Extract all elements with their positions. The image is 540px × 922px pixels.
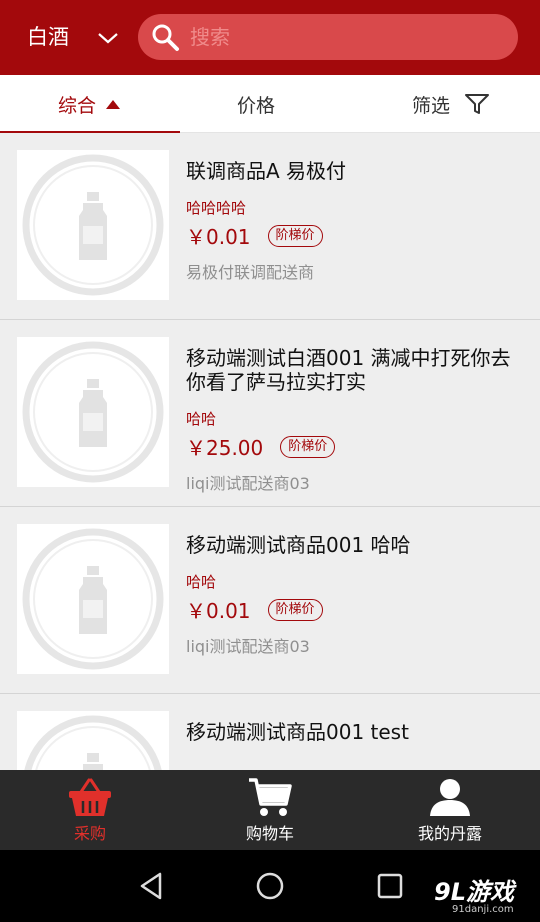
home-icon[interactable]: [254, 870, 286, 902]
sort-bar: 综合 价格 筛选: [0, 75, 540, 133]
product-title[interactable]: 移动端测试白酒001 满减中打死你去你看了萨马拉实打实: [186, 346, 526, 394]
watermark-logo: 9L游戏: [434, 878, 514, 906]
product-vendor: liqi测试配送商03: [186, 474, 310, 493]
bottle-placeholder-icon: [24, 715, 162, 770]
product-price-row: ￥25.00 阶梯价: [186, 432, 336, 461]
search-input[interactable]: [190, 23, 490, 51]
nav-purchase[interactable]: 采购: [0, 770, 180, 850]
bottle-placeholder-icon: [22, 341, 164, 483]
nav-cart[interactable]: 购物车: [180, 770, 360, 850]
product-list[interactable]: 联调商品A 易极付 哈哈哈哈 ￥0.01 阶梯价 易极付联调配送商 移动端测试白…: [0, 133, 540, 770]
product-thumbnail: [17, 337, 169, 487]
filter-icon: [465, 94, 490, 114]
search-bar[interactable]: [138, 14, 518, 60]
product-item[interactable]: 移动端测试白酒001 满减中打死你去你看了萨马拉实打实 哈哈 ￥25.00 阶梯…: [0, 320, 540, 507]
product-price-row: ￥0.01 阶梯价: [186, 221, 323, 250]
product-item[interactable]: 联调商品A 易极付 哈哈哈哈 ￥0.01 阶梯价 易极付联调配送商: [0, 133, 540, 320]
nav-label: 购物车: [245, 824, 294, 843]
product-thumbnail: [17, 711, 169, 770]
product-title[interactable]: 移动端测试商品001 test: [186, 720, 526, 744]
tab-filter[interactable]: 筛选: [412, 75, 490, 133]
tab-label: 综合: [58, 94, 97, 117]
nav-profile[interactable]: 我的丹露: [360, 770, 540, 850]
recents-icon[interactable]: [374, 870, 406, 902]
tier-price-badge: 阶梯价: [280, 435, 336, 458]
product-subtitle: 哈哈: [186, 410, 217, 428]
back-icon[interactable]: [136, 870, 168, 902]
nav-label: 采购: [73, 824, 106, 843]
product-vendor: liqi测试配送商03: [186, 637, 310, 656]
product-thumbnail: [17, 150, 169, 300]
tab-label: 价格: [237, 94, 276, 117]
bottle-placeholder-icon: [22, 154, 164, 296]
product-item[interactable]: 移动端测试商品001 test: [0, 694, 540, 770]
product-price-row: ￥0.01 阶梯价: [186, 595, 323, 624]
chevron-down-icon[interactable]: [96, 26, 120, 50]
top-bar: 白酒: [0, 0, 540, 75]
tier-price-badge: 阶梯价: [267, 224, 323, 247]
basket-icon: [69, 778, 111, 816]
product-price: ￥0.01: [186, 599, 251, 623]
cart-icon: [249, 778, 292, 816]
watermark-url: 91danji.com: [452, 904, 514, 915]
product-vendor: 易极付联调配送商: [186, 263, 315, 282]
product-subtitle: 哈哈哈哈: [186, 199, 247, 217]
product-title[interactable]: 联调商品A 易极付: [186, 159, 526, 183]
product-price: ￥0.01: [186, 225, 251, 249]
product-item[interactable]: 移动端测试商品001 哈哈 哈哈 ￥0.01 阶梯价 liqi测试配送商03: [0, 507, 540, 694]
tab-price[interactable]: 价格: [237, 75, 275, 133]
nav-label: 我的丹露: [417, 824, 482, 843]
system-nav-bar: 9L游戏 91danji.com: [0, 850, 540, 922]
tab-comprehensive[interactable]: 综合: [58, 75, 121, 133]
product-price: ￥25.00: [186, 436, 264, 460]
tier-price-badge: 阶梯价: [267, 598, 323, 621]
product-thumbnail: [17, 524, 169, 674]
person-icon: [430, 779, 470, 816]
product-title[interactable]: 移动端测试商品001 哈哈: [186, 533, 526, 557]
sort-up-icon: [106, 99, 121, 109]
bottle-placeholder-icon: [22, 528, 164, 670]
product-subtitle: 哈哈: [186, 573, 217, 591]
category-selector[interactable]: 白酒: [27, 22, 69, 52]
search-icon: [152, 24, 179, 51]
bottom-nav: 采购 购物车 我的丹露: [0, 770, 540, 850]
tab-label: 筛选: [412, 94, 451, 117]
